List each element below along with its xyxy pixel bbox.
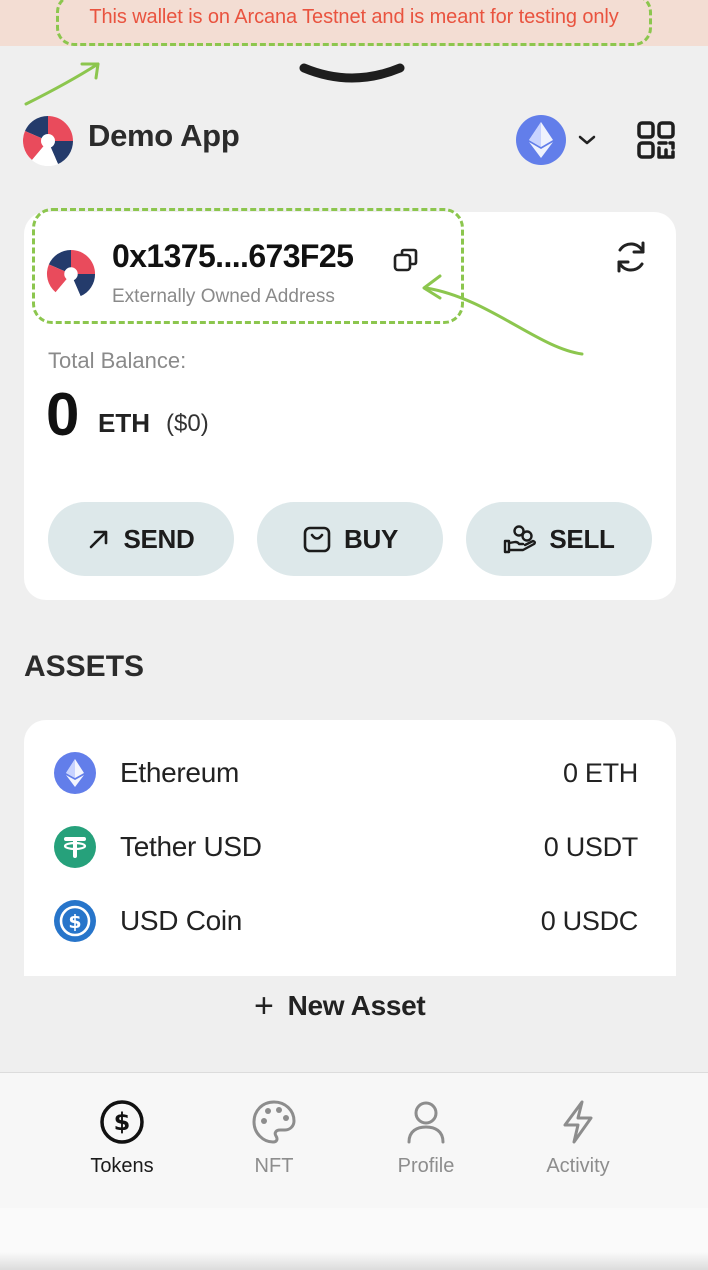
asset-row-tether[interactable]: Tether USD 0 USDT [54, 824, 642, 870]
usdc-icon: $ [54, 900, 96, 942]
sell-button[interactable]: SELL [466, 502, 652, 576]
new-asset-button[interactable]: + New Asset [254, 986, 426, 1026]
user-icon [407, 1101, 445, 1144]
nav-label-profile: Profile [397, 1155, 455, 1177]
nav-tab-tokens[interactable]: $ Tokens [52, 1099, 192, 1178]
buy-label: BUY [344, 523, 398, 554]
bottom-navigation: $ Tokens NFT Profile Activity [0, 1072, 708, 1208]
arrow-up-right-icon [90, 530, 108, 549]
address-type-label: Externally Owned Address [112, 286, 335, 307]
asset-amount: 0 ETH [562, 757, 638, 788]
shopping-bag-icon [303, 526, 331, 553]
chevron-down-icon [578, 135, 596, 145]
ethereum-icon [516, 115, 566, 165]
wallet-address: 0x1375....673F25 [112, 238, 354, 274]
palette-icon [252, 1100, 296, 1144]
annotation-highlight-banner [56, 0, 652, 46]
asset-name: USD Coin [120, 905, 243, 936]
drag-handle-chevron-icon[interactable] [298, 60, 406, 86]
send-button[interactable]: SEND [48, 502, 234, 576]
nav-label-tokens: Tokens [90, 1155, 154, 1177]
annotation-arrow-icon [24, 62, 100, 106]
bottom-safe-area [0, 1208, 708, 1270]
asset-amount: 0 USDC [540, 905, 639, 936]
svg-text:$: $ [114, 1108, 131, 1136]
lightning-icon [563, 1100, 593, 1144]
annotation-curved-arrow-icon [422, 274, 584, 356]
asset-name: Ethereum [120, 757, 239, 788]
balance-fiat-value: ($0) [166, 410, 209, 437]
nav-tab-activity[interactable]: Activity [508, 1099, 648, 1178]
asset-row-ethereum[interactable]: Ethereum 0 ETH [54, 750, 642, 796]
assets-heading: ASSETS [24, 650, 145, 683]
nav-label-nft: NFT [254, 1155, 294, 1177]
copy-icon[interactable] [392, 246, 420, 274]
asset-amount: 0 USDT [543, 831, 639, 862]
new-asset-label: New Asset [287, 990, 426, 1021]
svg-text:$: $ [68, 911, 81, 933]
balance-unit: ETH [98, 408, 150, 438]
nav-label-activity: Activity [546, 1155, 610, 1177]
send-label: SEND [123, 523, 195, 554]
nav-tab-nft[interactable]: NFT [204, 1099, 344, 1178]
nav-tab-profile[interactable]: Profile [356, 1099, 496, 1178]
balance-amount: 0 [46, 381, 79, 448]
dollar-circle-icon: $ [100, 1100, 144, 1144]
asset-row-usdc[interactable]: $ USD Coin 0 USDC [54, 898, 642, 944]
qr-code-icon[interactable] [636, 120, 676, 160]
sell-label: SELL [549, 523, 615, 554]
total-balance-label: Total Balance: [48, 348, 187, 373]
buy-button[interactable]: BUY [257, 502, 443, 576]
wallet-avatar [46, 249, 96, 299]
plus-icon: + [254, 986, 274, 1025]
wallet-screen: This wallet is on Arcana Testnet and is … [0, 0, 708, 1270]
network-selector[interactable] [516, 114, 604, 166]
refresh-icon[interactable] [612, 238, 650, 276]
tether-icon [54, 826, 96, 868]
hand-coins-icon [504, 525, 537, 554]
ethereum-icon [54, 752, 96, 794]
app-title: Demo App [88, 118, 240, 153]
app-logo [23, 115, 74, 166]
asset-name: Tether USD [120, 831, 262, 862]
